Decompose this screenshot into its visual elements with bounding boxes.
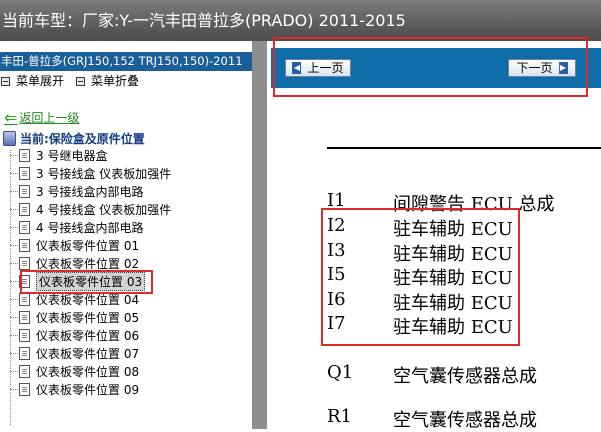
tree-item-label: 3 号继电器盒 bbox=[36, 148, 108, 163]
tree-item-label: 仪表板零件位置 01 bbox=[36, 238, 140, 253]
document-icon bbox=[19, 202, 30, 216]
left-panel: 丰田-普拉多(GRJ150,152 TRJ150,150)-2011 菜单展开 … bbox=[0, 41, 253, 429]
entry-description: 驻车辅助 ECU bbox=[393, 219, 513, 240]
entry-description: 驻车辅助 ECU bbox=[393, 317, 513, 338]
document-icon bbox=[19, 274, 30, 288]
document-icon bbox=[19, 382, 30, 396]
next-page-button[interactable]: 下一页 ▶ bbox=[508, 59, 576, 77]
prev-page-label: 上一页 bbox=[307, 61, 344, 75]
document-icon bbox=[19, 310, 30, 324]
tree-item-label: 仪表板零件位置 08 bbox=[36, 364, 140, 379]
next-page-label: 下一页 bbox=[516, 61, 553, 75]
vehicle-header: 丰田-普拉多(GRJ150,152 TRJ150,150)-2011 bbox=[0, 52, 252, 71]
expand-icon bbox=[1, 76, 10, 86]
tree-item[interactable]: 仪表板零件位置 01 bbox=[10, 236, 139, 254]
document-icon bbox=[19, 364, 30, 378]
tree-item-label: 仪表板零件位置 04 bbox=[36, 292, 140, 307]
tree-item-label: 仪表板零件位置 03 bbox=[36, 271, 146, 291]
current-folder-label: 当前:保险盒及原件位置 bbox=[20, 132, 145, 146]
tree-item-label: 仪表板零件位置 02 bbox=[36, 256, 140, 271]
tree-item-label: 仪表板零件位置 06 bbox=[36, 328, 140, 343]
back-link[interactable]: ⇐ 返回上一级 bbox=[4, 109, 79, 126]
window-title: 当前车型：厂家:Y-一汽丰田普拉多(PRADO) 2011-2015 bbox=[0, 0, 601, 41]
menu-collapse-label: 菜单折叠 bbox=[91, 74, 140, 88]
entry-code: I3 bbox=[327, 240, 346, 261]
tree-item[interactable]: 3 号接线盒内部电路 bbox=[10, 182, 143, 200]
document-icon bbox=[19, 292, 30, 306]
document-icon bbox=[19, 328, 30, 342]
tree-item-label: 3 号接线盒 仪表板加强件 bbox=[36, 166, 172, 181]
menu-collapse-button[interactable]: 菜单折叠 bbox=[76, 73, 139, 89]
tree-item[interactable]: 仪表板零件位置 02 bbox=[10, 254, 139, 272]
entry-description: 空气囊传感器总成 bbox=[393, 410, 537, 431]
entry-code: I7 bbox=[327, 313, 346, 334]
document-icon bbox=[19, 184, 30, 198]
document-icon bbox=[19, 166, 30, 180]
splitter[interactable] bbox=[253, 41, 267, 429]
entry-code: I1 bbox=[327, 190, 346, 211]
entry-code: I6 bbox=[327, 289, 346, 310]
tree-item[interactable]: 4 号接线盒内部电路 bbox=[10, 218, 143, 236]
tree-item[interactable]: 仪表板零件位置 05 bbox=[10, 308, 139, 326]
folder-icon bbox=[3, 131, 16, 146]
prev-page-button[interactable]: ◀ 上一页 bbox=[285, 59, 351, 77]
tree-item[interactable]: 4 号接线盒 仪表板加强件 bbox=[10, 200, 171, 218]
arrow-left-icon: ◀ bbox=[292, 62, 302, 74]
entry-code: Q1 bbox=[327, 362, 354, 383]
tree-item-label: 仪表板零件位置 09 bbox=[36, 382, 140, 397]
tree-item[interactable]: 仪表板零件位置 04 bbox=[10, 290, 139, 308]
document-icon bbox=[19, 148, 30, 162]
tree-item[interactable]: 仪表板零件位置 09 bbox=[10, 380, 139, 398]
entry-description: 驻车辅助 ECU bbox=[393, 268, 513, 289]
collapse-icon bbox=[76, 76, 85, 86]
document-icon bbox=[19, 238, 30, 252]
document-icon bbox=[19, 220, 30, 234]
tree-item-label: 仪表板零件位置 05 bbox=[36, 310, 140, 325]
tree-item-selected[interactable]: 仪表板零件位置 03 bbox=[10, 271, 146, 291]
entry-description: 驻车辅助 ECU bbox=[393, 293, 513, 314]
back-link-label: 返回上一级 bbox=[19, 111, 80, 125]
menu-expand-label: 菜单展开 bbox=[16, 74, 65, 88]
menu-expand-button[interactable]: 菜单展开 bbox=[1, 73, 64, 89]
entry-code: R1 bbox=[327, 406, 353, 427]
entry-code: I5 bbox=[327, 264, 346, 285]
tree-item-label: 仪表板零件位置 07 bbox=[36, 346, 140, 361]
entry-description: 空气囊传感器总成 bbox=[393, 366, 537, 387]
tree-item[interactable]: 仪表板零件位置 06 bbox=[10, 326, 139, 344]
tree-item-label: 4 号接线盒 仪表板加强件 bbox=[36, 202, 172, 217]
tree-item[interactable]: 仪表板零件位置 07 bbox=[10, 344, 139, 362]
entry-description: 驻车辅助 ECU bbox=[393, 244, 513, 265]
current-folder: 当前:保险盒及原件位置 bbox=[3, 130, 145, 147]
tree-item[interactable]: 3 号继电器盒 bbox=[10, 146, 107, 164]
tree-item-label: 4 号接线盒内部电路 bbox=[36, 220, 144, 235]
arrow-right-icon: ▶ bbox=[558, 62, 568, 74]
tree-item[interactable]: 仪表板零件位置 08 bbox=[10, 362, 139, 380]
document-icon bbox=[19, 346, 30, 360]
document-icon bbox=[19, 256, 30, 270]
page-rule bbox=[327, 147, 601, 149]
tree-item-label: 3 号接线盒内部电路 bbox=[36, 184, 144, 199]
tree-item[interactable]: 3 号接线盒 仪表板加强件 bbox=[10, 164, 171, 182]
entry-description: 间隙警告 ECU 总成 bbox=[393, 194, 555, 215]
back-arrow-icon: ⇐ bbox=[4, 107, 18, 127]
entry-code: I2 bbox=[327, 215, 346, 236]
